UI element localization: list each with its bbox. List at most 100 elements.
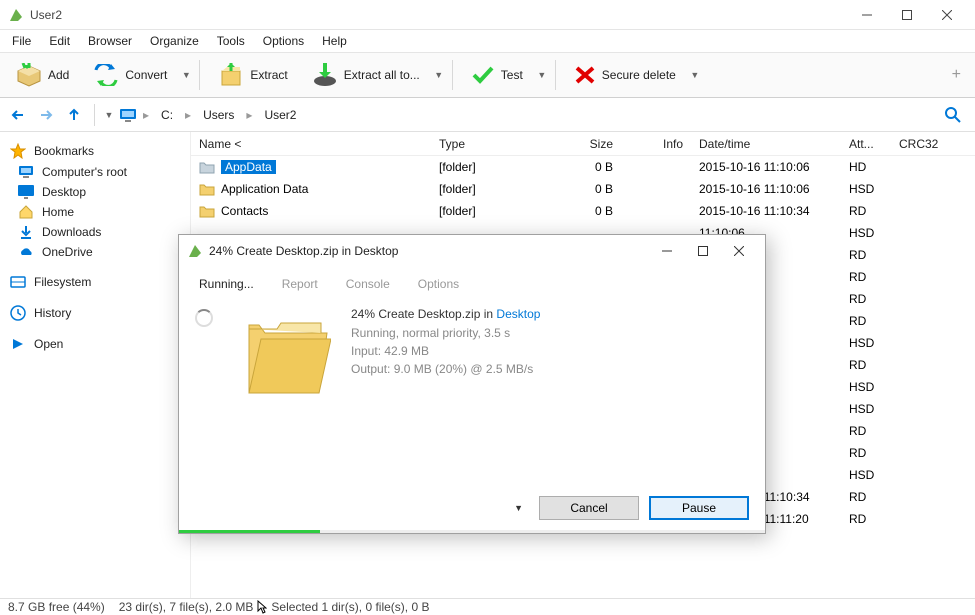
sidebar-onedrive[interactable]: OneDrive [4,242,186,262]
file-date: 2015-10-16 11:10:06 [691,160,841,174]
sidebar-item-label: Filesystem [34,275,91,289]
crumb-c[interactable]: C: [155,106,179,124]
dialog-main-text: 24% Create Desktop.zip in Desktop [351,305,749,322]
sidebar-history[interactable]: History [4,302,186,324]
file-attr: HSD [841,226,891,240]
sidebar-desktop[interactable]: Desktop [4,182,186,202]
convert-button[interactable]: Convert [83,60,177,90]
dialog-input-text: Input: 42.9 MB [351,344,749,358]
secure-delete-dropdown[interactable]: ▼ [690,70,700,80]
sidebar-open[interactable]: Open [4,334,186,354]
file-attr: RD [841,446,891,460]
sidebar-item-label: Downloads [42,225,101,239]
crumb-arrow-icon: ▸ [141,108,151,122]
extract-all-label: Extract all to... [344,68,420,82]
table-row[interactable]: AppData[folder]0 B2015-10-16 11:10:06HD [191,156,975,178]
table-row[interactable]: Contacts[folder]0 B2015-10-16 11:10:34RD [191,200,975,222]
search-button[interactable] [937,107,969,123]
sidebar-item-label: Bookmarks [34,144,94,158]
extract-all-button[interactable]: Extract all to... [302,59,430,91]
test-dropdown[interactable]: ▼ [537,70,547,80]
menu-tools[interactable]: Tools [209,32,253,50]
sidebar-item-label: Computer's root [42,165,127,179]
sidebar-home[interactable]: Home [4,202,186,222]
cancel-button[interactable]: Cancel [539,496,639,520]
toolbar-separator-2 [452,60,453,90]
file-size: 0 B [541,204,621,218]
pause-button[interactable]: Pause [649,496,749,520]
dialog-menu-dropdown[interactable]: ▼ [514,503,523,513]
dialog-output-text: Output: 9.0 MB (20%) @ 2.5 MB/s [351,362,749,376]
tab-options[interactable]: Options [414,275,463,293]
tab-report[interactable]: Report [278,275,322,293]
cancel-label: Cancel [570,501,607,515]
box-add-icon [16,63,42,87]
history-dropdown[interactable]: ▼ [103,110,115,120]
nav-forward-button[interactable] [34,103,58,127]
crumb-arrow-icon: ▸ [183,108,193,122]
col-crc[interactable]: CRC32 [891,137,961,151]
tab-console[interactable]: Console [342,275,394,293]
file-attr: RD [841,270,891,284]
sidebar-item-label: Open [34,337,63,351]
sidebar-filesystem[interactable]: Filesystem [4,272,186,292]
add-button[interactable]: Add [6,59,79,91]
sidebar-bookmarks[interactable]: Bookmarks [4,140,186,162]
file-attr: RD [841,424,891,438]
progress-dialog: 24% Create Desktop.zip in Desktop Runnin… [178,234,766,534]
crumb-user2[interactable]: User2 [258,106,302,124]
sidebar-item-label: OneDrive [42,245,93,259]
dialog-destination-link[interactable]: Desktop [496,307,540,321]
sidebar-computers-root[interactable]: Computer's root [4,162,186,182]
sidebar-downloads[interactable]: Downloads [4,222,186,242]
test-button[interactable]: Test [461,61,533,89]
menu-browser[interactable]: Browser [80,32,140,50]
extract-all-dropdown[interactable]: ▼ [434,70,444,80]
menubar: File Edit Browser Organize Tools Options… [0,30,975,52]
file-type: [folder] [431,182,541,196]
table-row[interactable]: Application Data[folder]0 B2015-10-16 11… [191,178,975,200]
menu-help[interactable]: Help [314,32,355,50]
close-button[interactable] [927,3,967,27]
nav-up-button[interactable] [62,103,86,127]
progress-bar-fill [179,530,320,533]
tab-running[interactable]: Running... [195,275,258,293]
menu-edit[interactable]: Edit [41,32,78,50]
sidebar-item-label: Home [42,205,74,219]
minimize-button[interactable] [847,3,887,27]
dialog-close-button[interactable] [721,238,757,264]
status-free: 8.7 GB free (44%) [8,600,105,614]
extract-button[interactable]: Extract [208,59,297,91]
col-type[interactable]: Type [431,137,541,151]
file-type: [folder] [431,160,541,174]
file-attr: HSD [841,468,891,482]
status-selected: Selected 1 dir(s), 0 file(s), 0 B [271,600,429,614]
play-icon [10,337,26,351]
file-attr: RD [841,490,891,504]
col-size[interactable]: Size [541,137,621,151]
file-type: [folder] [431,204,541,218]
toolbar: Add Convert ▼ Extract Extract all to... … [0,52,975,98]
col-name[interactable]: Name < [191,137,431,151]
crumb-users[interactable]: Users [197,106,240,124]
secure-delete-button[interactable]: Secure delete [564,61,686,89]
nav-separator [94,104,95,126]
file-attr: RD [841,314,891,328]
maximize-button[interactable] [887,3,927,27]
folder-large-icon [241,305,331,405]
nav-back-button[interactable] [6,103,30,127]
menu-options[interactable]: Options [255,32,312,50]
menu-organize[interactable]: Organize [142,32,207,50]
dialog-minimize-button[interactable] [649,238,685,264]
delete-x-icon [574,65,596,85]
toolbar-add[interactable]: + [944,66,969,84]
col-attr[interactable]: Att... [841,137,891,151]
convert-dropdown[interactable]: ▼ [181,70,191,80]
menu-file[interactable]: File [4,32,39,50]
desktop-icon [18,185,34,199]
cursor-icon [257,600,267,614]
file-attr: RD [841,248,891,262]
col-info[interactable]: Info [621,137,691,151]
dialog-maximize-button[interactable] [685,238,721,264]
col-date[interactable]: Date/time [691,137,841,151]
